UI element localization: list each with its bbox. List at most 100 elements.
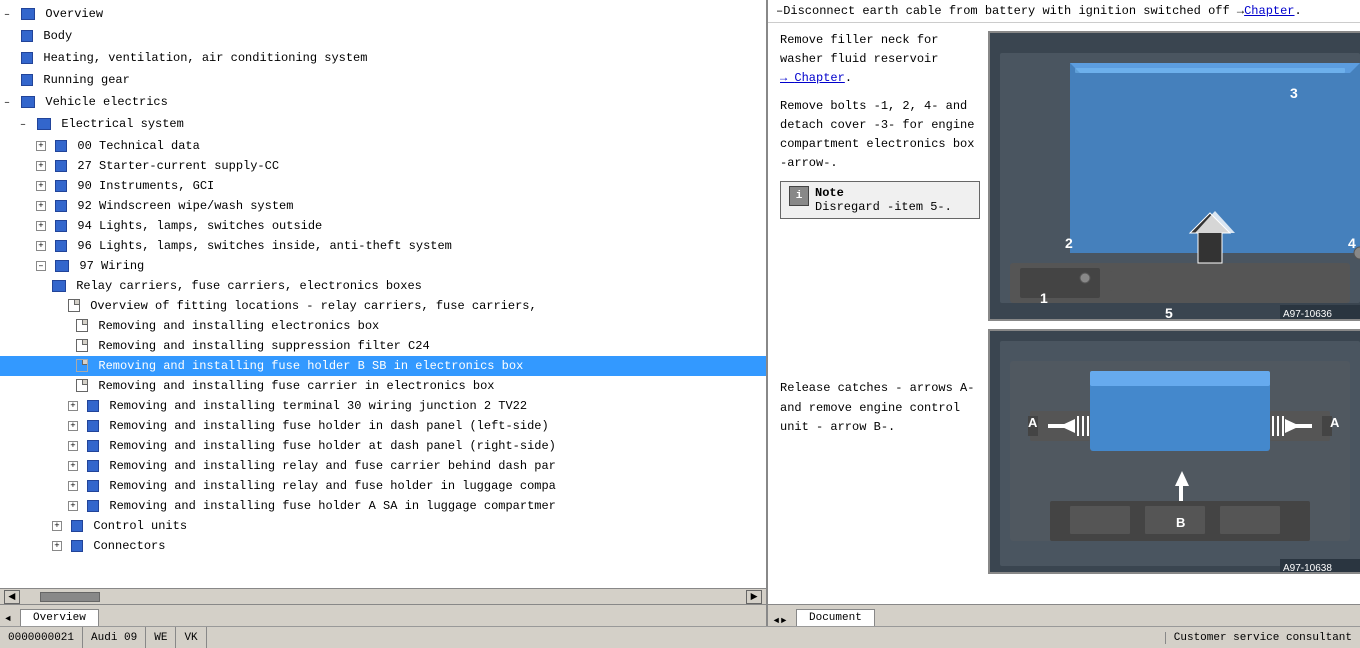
plus-icon[interactable]: + (68, 421, 78, 431)
tab-document[interactable]: Document (796, 609, 875, 627)
tree-label: 90 Instruments, GCI (77, 179, 214, 193)
tree-item-control[interactable]: + Control units (0, 516, 766, 536)
tree-label: Removing and installing electronics box (98, 319, 379, 333)
tree-label: Removing and installing fuse holder B SB… (98, 359, 523, 373)
blue-square-icon (21, 30, 33, 42)
svg-text:3: 3 (1290, 85, 1298, 101)
plus-icon[interactable]: + (68, 461, 78, 471)
image1-container: 3 2 1 4 5 A97-10636 (988, 31, 1360, 321)
tree-item-electrics[interactable]: – Vehicle electrics (0, 92, 766, 114)
tree-item-lights94[interactable]: + 94 Lights, lamps, switches outside (0, 216, 766, 236)
plus-icon[interactable]: + (36, 221, 46, 231)
tree-item-removing-relay-lug[interactable]: + Removing and installing relay and fuse… (0, 476, 766, 496)
tree-label: Removing and installing fuse holder in d… (109, 419, 548, 433)
tree-item-running[interactable]: Running gear (0, 70, 766, 92)
tree-item-tech[interactable]: + 00 Technical data (0, 136, 766, 156)
right-content: Remove filler neck for washer fluid rese… (768, 23, 1360, 604)
tree-item-wiring[interactable]: – 97 Wiring (0, 256, 766, 276)
plus-icon[interactable]: + (36, 141, 46, 151)
tree-item-overview-fitting[interactable]: Overview of fitting locations - relay ca… (0, 296, 766, 316)
tree-item-hvac[interactable]: Heating, ventilation, air conditioning s… (0, 48, 766, 70)
tree-label: Overview of fitting locations - relay ca… (90, 299, 536, 313)
note-icon: i (789, 186, 809, 206)
blue-square-icon (55, 160, 67, 172)
scroll-right-btn[interactable]: ► (746, 590, 762, 604)
minus-icon[interactable]: – (36, 261, 46, 271)
status-seg-id: 0000000021 (0, 627, 83, 648)
plus-icon[interactable]: + (68, 441, 78, 451)
plus-icon[interactable]: + (68, 501, 78, 511)
svg-text:4: 4 (1348, 235, 1356, 251)
tree-item-removing-term[interactable]: + Removing and installing terminal 30 wi… (0, 396, 766, 416)
expand-icon[interactable]: – (4, 7, 14, 25)
blue-square-icon (55, 240, 67, 252)
doc-icon (76, 319, 88, 332)
step2-text: Remove bolts -1, 2, 4- and detach cover … (780, 97, 980, 174)
tree-label: Control units (93, 519, 187, 533)
tree-item-removing-elec[interactable]: Removing and installing electronics box (0, 316, 766, 336)
tree-item-removing-fuse-a[interactable]: + Removing and installing fuse holder A … (0, 496, 766, 516)
tree-item-electrical[interactable]: – Electrical system (0, 114, 766, 136)
engine-image-2: A A B A97-10638 (988, 329, 1360, 574)
tree-item-removing-fuse-b[interactable]: Removing and installing fuse holder B SB… (0, 356, 766, 376)
svg-text:1: 1 (1040, 290, 1048, 306)
horizontal-scrollbar[interactable]: ◄ ► (0, 588, 766, 604)
blue-square-icon (87, 460, 99, 472)
doc-icon (76, 339, 88, 352)
expand-icon (4, 73, 14, 91)
plus-icon[interactable]: + (36, 201, 46, 211)
chapter-link[interactable]: Chapter (1244, 4, 1294, 18)
tree-item-overview[interactable]: – Overview (0, 4, 766, 26)
note-content: Note Disregard -item 5-. (815, 186, 952, 214)
tree-item-instruments[interactable]: + 90 Instruments, GCI (0, 176, 766, 196)
image2-container: A A B A97-10638 (988, 329, 1360, 574)
tree-item-removing-dash-l[interactable]: + Removing and installing fuse holder in… (0, 416, 766, 436)
tree-item-lights96[interactable]: + 96 Lights, lamps, switches inside, ant… (0, 236, 766, 256)
plus-icon[interactable]: + (36, 161, 46, 171)
step1-chapter-link[interactable]: → Chapter (780, 71, 845, 85)
tree-item-removing-dash-r[interactable]: + Removing and installing fuse holder at… (0, 436, 766, 456)
step1-text: Remove filler neck for washer fluid rese… (780, 31, 980, 89)
left-panel: – Overview Body Heating, ventilation, ai… (0, 0, 768, 604)
svg-text:2: 2 (1065, 235, 1073, 251)
tree-item-body[interactable]: Body (0, 26, 766, 48)
note-box: i Note Disregard -item 5-. (780, 181, 980, 219)
plus-icon[interactable]: + (52, 521, 62, 531)
tree-container[interactable]: – Overview Body Heating, ventilation, ai… (0, 0, 766, 588)
blue-square-icon (87, 420, 99, 432)
blue-square-icon (55, 180, 67, 192)
tree-item-connectors[interactable]: + Connectors (0, 536, 766, 556)
tree-item-removing-fuse-c[interactable]: Removing and installing fuse carrier in … (0, 376, 766, 396)
right-arrow-icon[interactable]: ► (781, 616, 786, 626)
tree-label: Overview (45, 7, 103, 21)
status-segments: 0000000021 Audi 09 WE VK (0, 627, 207, 648)
expand-icon[interactable]: – (20, 117, 30, 135)
tree-item-windscreen[interactable]: + 92 Windscreen wipe/wash system (0, 196, 766, 216)
svg-text:A97-10638: A97-10638 (1283, 563, 1332, 574)
expand-icon (4, 51, 14, 69)
left-arrow-icon[interactable]: ◄ (5, 614, 10, 624)
plus-icon[interactable]: + (52, 541, 62, 551)
blue-square-icon (55, 140, 67, 152)
expand-icon[interactable]: – (4, 95, 14, 113)
tree-item-removing-relay-dash[interactable]: + Removing and installing relay and fuse… (0, 456, 766, 476)
tree-item-starter[interactable]: + 27 Starter-current supply-CC (0, 156, 766, 176)
plus-icon[interactable]: + (36, 181, 46, 191)
scroll-left-btn[interactable]: ◄ (4, 590, 20, 604)
left-arrow-icon2[interactable]: ◄ (774, 616, 779, 626)
doc-icon (68, 299, 80, 312)
tree-item-removing-supp[interactable]: Removing and installing suppression filt… (0, 336, 766, 356)
tree-label: 92 Windscreen wipe/wash system (77, 199, 293, 213)
blue-square-icon (87, 480, 99, 492)
right-panel: – Disconnect earth cable from battery wi… (768, 0, 1360, 604)
tree-item-relay[interactable]: Relay carriers, fuse carriers, electroni… (0, 276, 766, 296)
tab-overview[interactable]: Overview (20, 609, 99, 627)
plus-icon[interactable]: + (36, 241, 46, 251)
step1-label: Remove filler neck for washer fluid rese… (780, 33, 938, 66)
tree-label: Removing and installing relay and fuse c… (109, 459, 555, 473)
plus-icon[interactable]: + (68, 401, 78, 411)
scroll-thumb[interactable] (40, 592, 100, 602)
plus-icon[interactable]: + (68, 481, 78, 491)
left-nav-area: ◄ (0, 612, 16, 626)
folder-icon (52, 280, 66, 292)
